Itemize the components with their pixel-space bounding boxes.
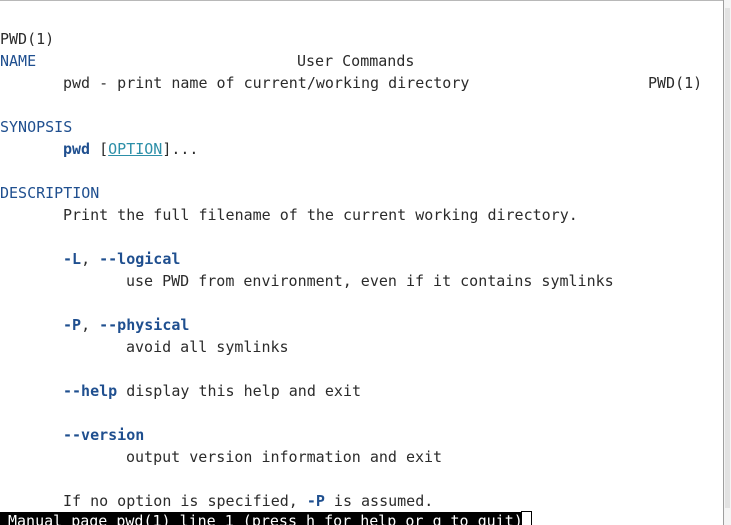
man-header: PWD(1) User Commands PWD(1) [0, 6, 722, 92]
option-separator: , [81, 250, 100, 268]
section-heading-synopsis: SYNOPSIS [0, 118, 73, 136]
option-help: --help display this help and exit [63, 380, 361, 402]
synopsis-command: pwd [63, 140, 91, 158]
option-version-desc: output version information and exit [126, 448, 443, 466]
man-page-viewer[interactable]: PWD(1) User Commands PWD(1) NAME pwd - p… [0, 0, 722, 525]
option-long: --logical [99, 250, 181, 268]
option-separator: , [81, 316, 100, 334]
vertical-scrollbar[interactable] [723, 0, 731, 525]
option-long: --version [63, 426, 145, 444]
synopsis-bracket-close: ]... [162, 140, 199, 158]
scrollbar-thumb[interactable] [725, 8, 730, 508]
option-logical: -L, --logical [63, 248, 180, 270]
option-help-desc: display this help and exit [117, 382, 362, 400]
section-heading-description: DESCRIPTION [0, 184, 100, 202]
pager-status-bar: Manual page pwd(1) line 1 (press h for h… [0, 512, 525, 525]
name-text: pwd - print name of current/working dire… [63, 74, 470, 92]
description-footer: If no option is specified, -P is assumed… [63, 490, 433, 512]
option-short: -P [63, 316, 82, 334]
option-logical-desc: use PWD from environment, even if it con… [126, 272, 614, 290]
footer-prefix: If no option is specified, [63, 492, 307, 510]
footer-suffix: is assumed. [324, 492, 434, 510]
option-version: --version [63, 424, 144, 446]
section-heading-name: NAME [0, 52, 37, 70]
option-long: --help [63, 382, 118, 400]
option-short: -L [63, 250, 82, 268]
header-right: PWD(1) [648, 74, 703, 92]
option-physical-desc: avoid all symlinks [126, 338, 289, 356]
header-left: PWD(1) [0, 30, 55, 48]
option-physical: -P, --physical [63, 314, 189, 336]
footer-flag: -P [306, 492, 325, 510]
synopsis-bracket-open: [ [90, 140, 109, 158]
synopsis-line: pwd [OPTION]... [63, 138, 198, 160]
option-long: --physical [99, 316, 190, 334]
text-cursor [521, 511, 532, 525]
synopsis-option: OPTION [108, 140, 163, 158]
header-title: User Commands [297, 52, 415, 70]
description-intro: Print the full filename of the current w… [63, 206, 578, 224]
